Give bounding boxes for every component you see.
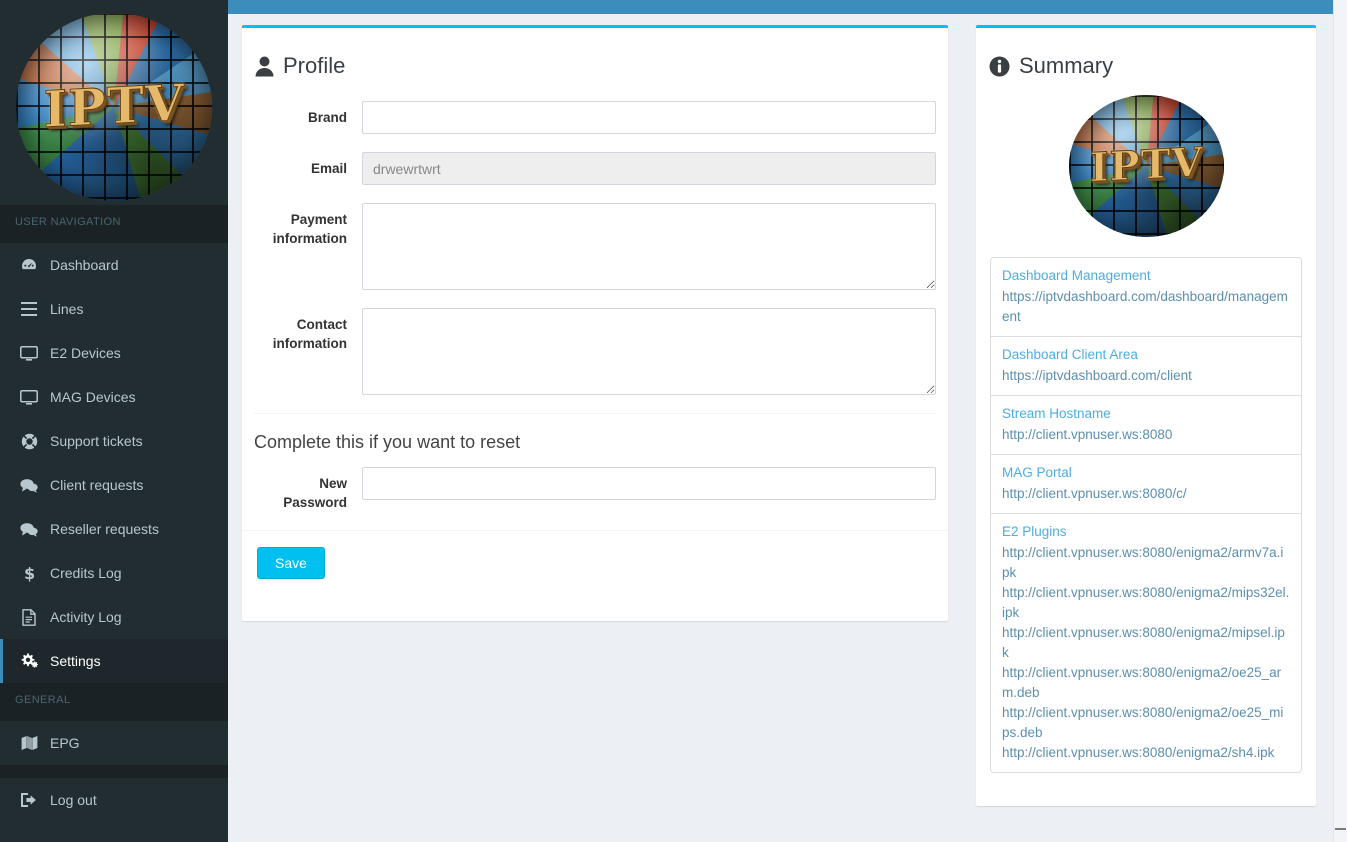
logo-text: IPTV: [43, 72, 185, 139]
sidebar-item-settings[interactable]: Settings: [0, 639, 228, 683]
summary-list-item[interactable]: Dashboard Management https://iptvdashboar…: [991, 258, 1301, 337]
summary-item-url[interactable]: http://client.vpnuser.ws:8080/enigma2/oe…: [1002, 663, 1290, 703]
iptv-globe-logo-icon: IPTV: [1068, 95, 1224, 237]
desktop-icon: [18, 345, 40, 361]
form-row-email: Email: [254, 152, 936, 185]
profile-card-header: Profile: [242, 28, 948, 79]
sidebar-item-label: Reseller requests: [50, 521, 159, 537]
sidebar-nav: USER NAVIGATION Dashboard Lines E2 Devices M…: [0, 205, 228, 822]
sidebar-item-label: E2 Devices: [50, 345, 121, 361]
logo-text: IPTV: [1089, 138, 1204, 192]
sidebar-item-label: Log out: [50, 792, 97, 808]
contact-information-textarea[interactable]: [362, 308, 936, 395]
map-icon: [18, 735, 40, 751]
sidebar-section-header: USER NAVIGATION: [0, 205, 228, 243]
sidebar-item-epg[interactable]: EPG: [0, 721, 228, 765]
dashboard-icon: [18, 257, 40, 273]
bars-icon: [18, 302, 40, 316]
payment-information-textarea[interactable]: [362, 203, 936, 290]
dollar-icon: $: [18, 565, 40, 582]
sidebar-item-support-tickets[interactable]: Support tickets: [0, 419, 228, 463]
summary-item-title: E2 Plugins: [1002, 524, 1067, 539]
summary-card: Summary IPTV Dashboard Management https:/…: [976, 25, 1316, 806]
user-icon: [255, 56, 274, 77]
sidebar-item-mag-devices[interactable]: MAG Devices: [0, 375, 228, 419]
signout-icon: [18, 792, 40, 808]
email-input: [362, 152, 936, 185]
sidebar-item-credits-log[interactable]: $ Credits Log: [0, 551, 228, 595]
sidebar-item-label: Support tickets: [50, 433, 143, 449]
payment-information-label: Payment information: [272, 212, 347, 246]
brand-label: Brand: [307, 110, 347, 125]
sidebar-item-e2-devices[interactable]: E2 Devices: [0, 331, 228, 375]
reset-heading: Complete this if you want to reset: [254, 432, 521, 452]
summary-logo: IPTV: [976, 79, 1316, 257]
svg-text:$: $: [24, 565, 35, 582]
main-content: Profile Brand Email Payment information …: [228, 14, 1333, 842]
summary-list-item[interactable]: Dashboard Client Area https://iptvdashboa…: [991, 337, 1301, 396]
sidebar: IPTV USER NAVIGATION Dashboard Lines E2 Dev…: [0, 0, 228, 842]
sidebar-logo[interactable]: IPTV: [0, 0, 228, 205]
sidebar-item-client-requests[interactable]: Client requests: [0, 463, 228, 507]
summary-item-title: Dashboard Client Area: [1002, 347, 1138, 362]
scrollbar-down-arrow[interactable]: [1335, 828, 1346, 836]
summary-item-url[interactable]: http://client.vpnuser.ws:8080/enigma2/mi…: [1002, 623, 1290, 663]
summary-list-item[interactable]: E2 Plugins http://client.vpnuser.ws:8080/…: [991, 514, 1301, 772]
summary-item-url[interactable]: http://client.vpnuser.ws:8080/enigma2/sh…: [1002, 743, 1290, 763]
profile-card: Profile Brand Email Payment information …: [242, 25, 948, 621]
summary-list-item[interactable]: MAG Portal http://client.vpnuser.ws:8080/…: [991, 455, 1301, 514]
sidebar-item-label: EPG: [50, 735, 80, 751]
iptv-globe-logo-icon: IPTV: [16, 12, 212, 201]
email-label: Email: [310, 161, 347, 176]
sidebar-item-dashboard[interactable]: Dashboard: [0, 243, 228, 287]
summary-item-url[interactable]: http://client.vpnuser.ws:8080/enigma2/mi…: [1002, 583, 1290, 623]
comments-icon: [18, 522, 40, 537]
summary-item-url[interactable]: http://client.vpnuser.ws:8080/c/: [1002, 484, 1290, 504]
summary-list-item[interactable]: Stream Hostname http://client.vpnuser.ws:…: [991, 396, 1301, 455]
sidebar-section-header: GENERAL: [0, 683, 228, 721]
summary-card-header: Summary: [976, 28, 1316, 79]
summary-item-url[interactable]: http://client.vpnuser.ws:8080: [1002, 425, 1290, 445]
lifering-icon: [18, 433, 40, 450]
form-row-new-password: New Password: [254, 467, 936, 512]
form-row-payment-information: Payment information: [254, 203, 936, 290]
sidebar-item-lines[interactable]: Lines: [0, 287, 228, 331]
form-row-brand: Brand: [254, 101, 936, 134]
summary-list: Dashboard Management https://iptvdashboar…: [990, 257, 1302, 773]
sidebar-item-label: Credits Log: [50, 565, 122, 581]
sidebar-item-log-out[interactable]: Log out: [0, 778, 228, 822]
sidebar-item-reseller-requests[interactable]: Reseller requests: [0, 507, 228, 551]
sidebar-item-label: Lines: [50, 301, 84, 317]
form-row-contact-information: Contact information: [254, 308, 936, 395]
file-icon: [18, 608, 40, 626]
contact-information-label: Contact information: [272, 317, 347, 351]
summary-item-title: Dashboard Management: [1002, 268, 1151, 283]
cogs-icon: [18, 653, 40, 669]
sidebar-item-label: Activity Log: [50, 609, 122, 625]
page-title: Profile: [283, 53, 346, 78]
info-circle-icon: [989, 56, 1010, 77]
summary-item-url[interactable]: https://iptvdashboard.com/client: [1002, 366, 1290, 386]
save-button[interactable]: Save: [257, 547, 325, 579]
profile-form: Brand Email Payment information Contact …: [242, 79, 948, 395]
sidebar-item-label: Dashboard: [50, 257, 119, 273]
sidebar-item-label: Client requests: [50, 477, 144, 493]
form-footer-divider: [242, 530, 948, 531]
sidebar-item-label: MAG Devices: [50, 389, 136, 405]
summary-item-title: MAG Portal: [1002, 465, 1072, 480]
summary-item-url[interactable]: http://client.vpnuser.ws:8080/enigma2/oe…: [1002, 703, 1290, 743]
summary-item-url[interactable]: http://client.vpnuser.ws:8080/enigma2/ar…: [1002, 543, 1290, 583]
comments-icon: [18, 478, 40, 493]
sidebar-item-label: Settings: [50, 653, 101, 669]
sidebar-section-gap: [0, 766, 228, 778]
summary-title: Summary: [1019, 53, 1114, 78]
new-password-input[interactable]: [362, 467, 936, 500]
summary-item-url[interactable]: https://iptvdashboard.com/dashboard/mana…: [1002, 287, 1290, 327]
brand-input[interactable]: [362, 101, 936, 134]
page-right-gutter: [1333, 0, 1347, 842]
summary-item-title: Stream Hostname: [1002, 406, 1111, 421]
sidebar-item-activity-log[interactable]: Activity Log: [0, 595, 228, 639]
new-password-label: New Password: [283, 476, 347, 510]
desktop-icon: [18, 389, 40, 405]
